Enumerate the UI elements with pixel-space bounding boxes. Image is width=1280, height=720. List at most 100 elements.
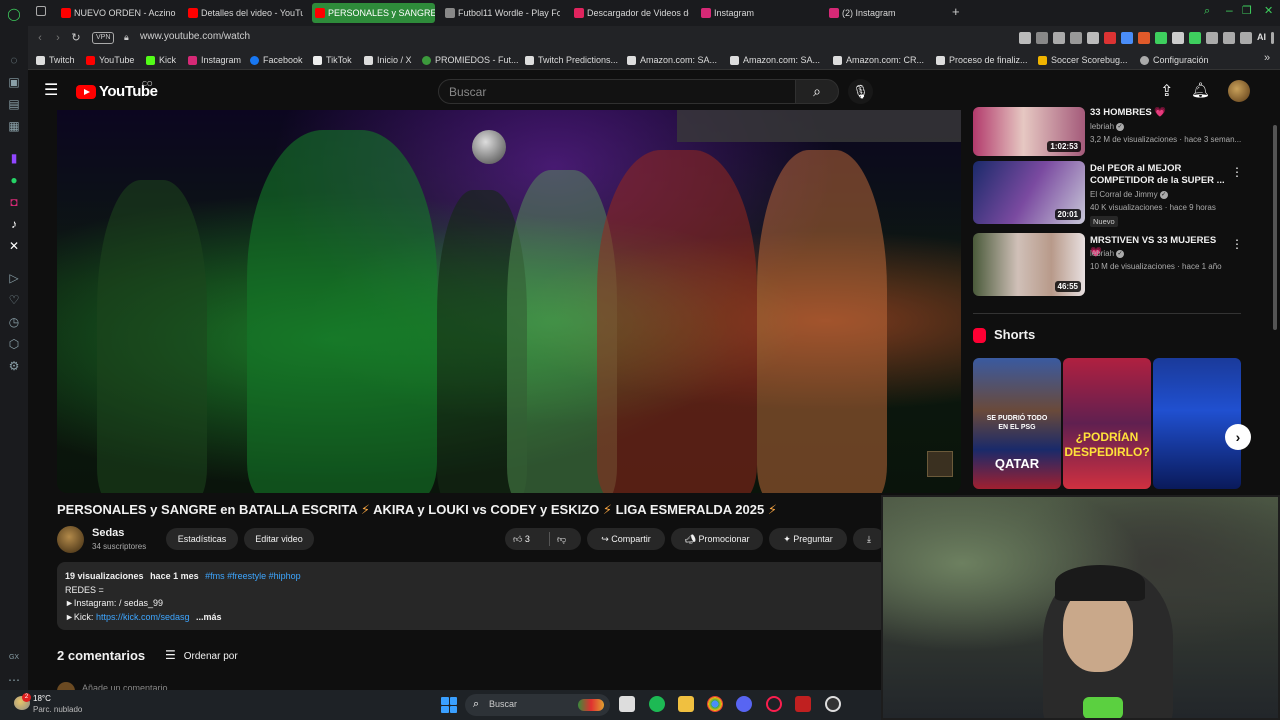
instagram-icon[interactable]: ◘: [6, 194, 22, 210]
bookmark-proceso[interactable]: Proceso de finaliz...: [936, 53, 1028, 67]
promote-button[interactable]: 📣︎ Promocionar: [671, 528, 763, 550]
recommendation-channel[interactable]: lebriah ✓: [1090, 249, 1125, 258]
shield-icon[interactable]: [1172, 32, 1184, 44]
tab-instagram[interactable]: Instagram: [698, 3, 816, 23]
recommendation-item[interactable]: 20:01 Del PEOR al MEJOR COMPETIDOR de la…: [973, 161, 1263, 227]
sort-comments-button[interactable]: ☰ Ordenar por: [165, 648, 238, 662]
share-button[interactable]: ↪ Compartir: [587, 528, 665, 550]
history-icon[interactable]: ◷: [6, 314, 22, 330]
bookmark-kick[interactable]: Kick: [146, 53, 176, 67]
chrome-icon[interactable]: [707, 696, 723, 712]
kick-link[interactable]: https://kick.com/sedasg: [96, 612, 190, 622]
discord-icon[interactable]: [736, 696, 752, 712]
hashtags[interactable]: #fms #freestyle #hiphop: [205, 571, 301, 581]
bookmark-promiedos[interactable]: PROMIEDOS - Fut...: [422, 53, 519, 67]
extension-icon[interactable]: [1155, 32, 1167, 44]
ask-button[interactable]: ✦ Preguntar: [769, 528, 847, 550]
search-tabs-icon[interactable]: ⌕: [1204, 5, 1210, 18]
vpn-badge[interactable]: VPN: [92, 32, 115, 44]
ai-button[interactable]: AI: [1257, 32, 1266, 44]
url-field[interactable]: www.youtube.com/watch: [140, 31, 250, 42]
short-item[interactable]: ¿PODRÍAN DESPEDIRLO?: [1063, 358, 1151, 489]
twitch-icon[interactable]: ▮: [6, 150, 22, 166]
start-button[interactable]: [441, 697, 457, 713]
bookmark-amazon-3[interactable]: Amazon.com: CR...: [833, 53, 924, 67]
bookmark-twitch[interactable]: Twitch: [36, 53, 75, 67]
spotify-icon[interactable]: [649, 696, 665, 712]
recommendation-thumbnail[interactable]: 20:01: [973, 161, 1085, 224]
recommendation-title[interactable]: Del PEOR al MEJOR COMPETIDOR de la SUPER…: [1090, 163, 1225, 187]
restore-icon[interactable]: ❐: [1242, 4, 1252, 17]
extension-icon[interactable]: [1189, 32, 1201, 44]
bookmark-scorebug[interactable]: Soccer Scorebug...: [1038, 53, 1128, 67]
close-icon[interactable]: ✕: [1264, 4, 1273, 17]
search-button[interactable]: ⌕: [795, 79, 839, 104]
video-player[interactable]: [57, 110, 961, 493]
short-item[interactable]: SE PUDRIÓ TODO EN EL PSG QATAR: [973, 358, 1061, 489]
extensions-icon[interactable]: ⬡: [6, 336, 22, 352]
extension-icon[interactable]: [1019, 32, 1031, 44]
voice-search-button[interactable]: 🎙︎: [848, 79, 873, 104]
extension-icon[interactable]: [1104, 32, 1116, 44]
bookmark-instagram[interactable]: Instagram: [188, 53, 241, 67]
recommendation-item[interactable]: 46:55 MRSTIVEN VS 33 MUJERES 💗 ⋮ lebriah…: [973, 233, 1263, 297]
tab-detalles-video[interactable]: Detalles del video - YouTu: [185, 3, 303, 23]
more-icon[interactable]: ⋯: [6, 672, 22, 688]
bookmark-amazon-1[interactable]: Amazon.com: SA...: [627, 53, 717, 67]
obs-icon[interactable]: [825, 696, 841, 712]
bookmark-x[interactable]: Inicio / X: [364, 53, 412, 67]
dislike-button[interactable]: 👎︎: [557, 528, 566, 550]
opera-gx-icon[interactable]: [766, 696, 782, 712]
extension-icon[interactable]: [1138, 32, 1150, 44]
download-icon[interactable]: [1240, 32, 1252, 44]
scrollbar-thumb[interactable]: [1273, 125, 1277, 330]
bookmarks-overflow-icon[interactable]: »: [1264, 52, 1270, 64]
menu-icon[interactable]: [1271, 32, 1274, 44]
show-more-button[interactable]: ...más: [196, 612, 222, 622]
channel-name[interactable]: Sedas: [92, 527, 124, 539]
snapshot-icon[interactable]: [1223, 32, 1235, 44]
search-input[interactable]: [439, 80, 795, 103]
tab-nuevo-orden[interactable]: NUEVO ORDEN - Aczino v: [58, 3, 176, 23]
bookmark-configuracion[interactable]: Configuración: [1140, 53, 1209, 67]
player-icon[interactable]: ▷: [6, 270, 22, 286]
aria-icon[interactable]: ◌: [6, 52, 22, 68]
like-button[interactable]: 👍︎ 3: [513, 534, 530, 544]
channel-avatar[interactable]: [57, 526, 84, 553]
gx-corner-icon[interactable]: ▤: [6, 96, 22, 112]
tab-descargador[interactable]: Descargador de Videos de: [571, 3, 689, 23]
bookmark-amazon-2[interactable]: Amazon.com: SA...: [730, 53, 820, 67]
bookmark-twitch-predictions[interactable]: Twitch Predictions...: [525, 53, 618, 67]
gx-icon[interactable]: GX: [6, 650, 22, 666]
tiktok-icon[interactable]: ♪: [6, 216, 22, 232]
tab-futbol11[interactable]: Futbol11 Wordle - Play Foo: [442, 3, 560, 23]
reload-icon[interactable]: ↻: [68, 30, 84, 46]
bookmark-tiktok[interactable]: TikTok: [313, 53, 352, 67]
bookmark-youtube[interactable]: YouTube: [86, 53, 134, 67]
hamburger-menu-icon[interactable]: ☰: [44, 83, 60, 99]
puzzle-icon[interactable]: [1206, 32, 1218, 44]
file-explorer-icon[interactable]: [678, 696, 694, 712]
more-options-icon[interactable]: ⋮: [1231, 237, 1243, 251]
minimize-icon[interactable]: –: [1226, 3, 1233, 17]
heart-icon[interactable]: ♡: [6, 292, 22, 308]
app-icon[interactable]: [795, 696, 811, 712]
whatsapp-icon[interactable]: ●: [6, 172, 22, 188]
tab-instagram-2[interactable]: (2) Instagram: [826, 3, 944, 23]
more-options-icon[interactable]: ⋮: [1231, 165, 1243, 179]
instagram-handle[interactable]: / sedas_99: [119, 598, 163, 608]
heart-icon[interactable]: [1087, 32, 1099, 44]
translate-icon[interactable]: [1121, 32, 1133, 44]
video-description[interactable]: 19 visualizaciones hace 1 mes #fms #free…: [57, 562, 887, 630]
channel-watermark[interactable]: [927, 451, 953, 477]
bookmark-facebook[interactable]: Facebook: [250, 53, 303, 67]
recommendation-thumbnail[interactable]: 1:02:53: [973, 107, 1085, 156]
new-tab-button[interactable]: +: [952, 4, 960, 19]
back-icon[interactable]: ‹: [32, 30, 48, 46]
music-icon[interactable]: ▦: [6, 118, 22, 134]
short-item[interactable]: [1153, 358, 1241, 489]
recommendation-thumbnail[interactable]: 46:55: [973, 233, 1085, 296]
edit-video-button[interactable]: Editar video: [244, 528, 314, 550]
workspaces-icon[interactable]: [36, 6, 46, 16]
taskbar-search[interactable]: ⌕ Buscar: [465, 694, 610, 716]
